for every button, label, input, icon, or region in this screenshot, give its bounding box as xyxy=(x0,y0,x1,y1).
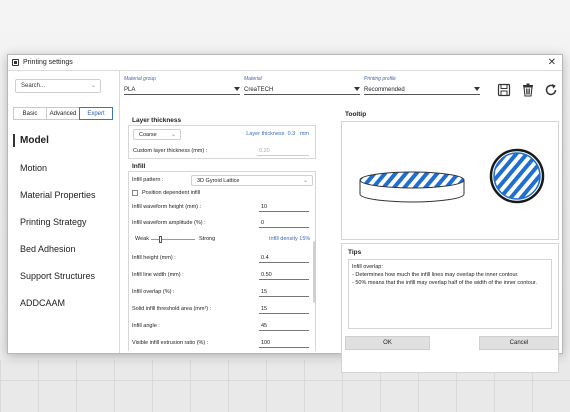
nav-item-bed-adhesion[interactable]: Bed Adhesion xyxy=(8,235,120,262)
infill-field-input[interactable]: 15 xyxy=(259,287,309,297)
layer-preset-value: Coarse xyxy=(139,131,157,138)
tips-heading: Infill overlap: xyxy=(352,264,383,270)
mode-tabs: Basic Advanced Expert xyxy=(13,107,113,120)
material-field: Material CreaTECH xyxy=(244,76,360,95)
infill-field-input[interactable]: 45 xyxy=(259,321,309,331)
waveform-height-label: Infill waveform height (mm) : xyxy=(132,204,202,210)
printing-profile-value: Recommended xyxy=(364,86,405,93)
infill-density-value: 15% xyxy=(299,236,311,242)
layer-thickness-readout: Layer thickness 0.3 mm xyxy=(246,131,309,137)
dropdown-arrow-icon xyxy=(474,87,480,91)
refresh-icon[interactable] xyxy=(544,83,558,97)
printing-profile-field: Printing profile Recommended xyxy=(364,76,480,95)
infill-box: Infill pattern : 3D Gyroid Lattice ⌄ Pos… xyxy=(128,171,316,351)
material-label: Material xyxy=(244,76,262,82)
layer-thickness-box: Coarse ⌄ Layer thickness 0.3 mm Custom l… xyxy=(128,125,316,159)
category-nav: Model Motion Material Properties Printin… xyxy=(8,127,120,316)
tab-basic[interactable]: Basic xyxy=(13,107,47,120)
app-icon xyxy=(12,59,19,66)
nav-item-support-structures[interactable]: Support Structures xyxy=(8,262,120,289)
tooltip-preview xyxy=(341,121,559,240)
tab-advanced[interactable]: Advanced xyxy=(46,107,80,120)
infill-field-label: Infill line width (mm) : xyxy=(132,272,184,278)
window-title: Printing settings xyxy=(23,59,73,66)
infill-field-input[interactable]: 15 xyxy=(259,304,309,314)
left-panel: Search... ⌄ Basic Advanced Expert Model … xyxy=(8,71,120,353)
infill-pattern-select[interactable]: 3D Gyroid Lattice ⌄ xyxy=(191,175,313,186)
position-dependent-label: Position dependent infill xyxy=(142,190,201,196)
waveform-amplitude-input[interactable]: 0 xyxy=(259,218,309,228)
infill-field-input[interactable]: 0.50 xyxy=(259,270,309,280)
profile-header: Material group PLA Material CreaTECH Pri… xyxy=(120,71,562,101)
infill-density-slider[interactable] xyxy=(151,236,195,243)
slider-thumb[interactable] xyxy=(159,236,162,243)
slider-strong-label: Strong xyxy=(199,236,216,242)
nav-item-material-properties[interactable]: Material Properties xyxy=(8,181,120,208)
tips-panel: Tips Infill overlap: - Determines how mu… xyxy=(341,243,559,373)
layer-thickness-readout-value: 0.3 xyxy=(287,131,296,137)
position-dependent-checkbox[interactable] xyxy=(132,190,138,196)
printing-profile-label: Printing profile xyxy=(364,76,396,82)
material-value: CreaTECH xyxy=(244,86,274,93)
layer-thickness-readout-label: Layer thickness xyxy=(246,131,285,137)
custom-layer-thickness-input[interactable]: 0.20 xyxy=(257,146,309,156)
nav-item-motion[interactable]: Motion xyxy=(8,154,120,181)
infill-field-label: Infill height (mm) : xyxy=(132,255,176,261)
infill-density-label: Infill density xyxy=(269,236,298,242)
infill-pattern-label: Infill pattern : xyxy=(132,177,164,183)
cancel-button[interactable]: Cancel xyxy=(479,336,559,350)
search-input[interactable]: Search... ⌄ xyxy=(15,79,101,93)
tips-text: Infill overlap: - Determines how much th… xyxy=(348,259,552,329)
slider-weak-label: Weak xyxy=(135,236,149,242)
material-group-field: Material group PLA xyxy=(124,76,240,95)
infill-density-readout: Infill density 15% xyxy=(269,236,310,242)
material-select[interactable]: CreaTECH xyxy=(244,85,360,95)
tooltip-title: Tooltip xyxy=(345,111,367,118)
search-input-text: Search... xyxy=(21,83,46,89)
layer-thickness-title: Layer thickness xyxy=(132,117,182,124)
settings-scrollbar[interactable] xyxy=(313,241,316,303)
dropdown-arrow-icon xyxy=(354,87,360,91)
custom-layer-thickness-label: Custom layer thickness (mm) : xyxy=(133,148,208,154)
infill-field-label: Visible infill extrusion ratio (%) : xyxy=(132,340,209,346)
infill-field-input[interactable]: 0.4 xyxy=(259,253,309,263)
material-group-value: PLA xyxy=(124,86,136,93)
printing-settings-dialog: Printing settings ✕ Search... ⌄ Basic Ad… xyxy=(7,54,563,373)
infill-title: Infill xyxy=(132,163,146,170)
chevron-down-icon: ⌄ xyxy=(170,132,176,138)
chevron-down-icon: ⌄ xyxy=(302,178,308,184)
infill-field-label: Infill angle : xyxy=(132,323,160,329)
infill-field-input[interactable]: 100 xyxy=(259,338,309,348)
waveform-height-input[interactable]: 10 xyxy=(259,202,309,212)
tips-line: - Determines how much the infill lines m… xyxy=(352,272,519,278)
layer-preset-select[interactable]: Coarse ⌄ xyxy=(133,129,181,140)
printing-profile-select[interactable]: Recommended xyxy=(364,85,480,95)
delete-icon[interactable] xyxy=(521,83,535,97)
title-bar: Printing settings ✕ xyxy=(8,55,562,71)
material-group-select[interactable]: PLA xyxy=(124,85,240,95)
dropdown-arrow-icon xyxy=(234,87,240,91)
close-icon[interactable]: ✕ xyxy=(548,57,556,68)
infill-field-label: Infill overlap (%) : xyxy=(132,289,175,295)
nav-item-addcaam[interactable]: ADDCAAM xyxy=(8,289,120,316)
chevron-down-icon[interactable]: ⌄ xyxy=(91,82,96,89)
nav-item-model[interactable]: Model xyxy=(8,127,120,154)
infill-field-label: Solid infill threshold area (mm²) : xyxy=(132,306,212,312)
tips-line: - 50% means that the infill may overlap … xyxy=(352,280,537,286)
material-group-label: Material group xyxy=(124,76,156,82)
waveform-amplitude-label: Infill waveform amplitude (%) : xyxy=(132,220,206,226)
settings-column: Layer thickness Coarse ⌄ Layer thickness… xyxy=(122,117,318,351)
tips-title: Tips xyxy=(348,249,362,256)
layer-thickness-readout-unit: mm xyxy=(299,131,309,137)
save-icon[interactable] xyxy=(497,83,511,97)
nav-item-printing-strategy[interactable]: Printing Strategy xyxy=(8,208,120,235)
ok-button[interactable]: OK xyxy=(345,336,430,350)
infill-pattern-value: 3D Gyroid Lattice xyxy=(197,177,240,184)
tab-expert[interactable]: Expert xyxy=(79,107,113,120)
infill-overlap-illustration xyxy=(359,148,545,204)
